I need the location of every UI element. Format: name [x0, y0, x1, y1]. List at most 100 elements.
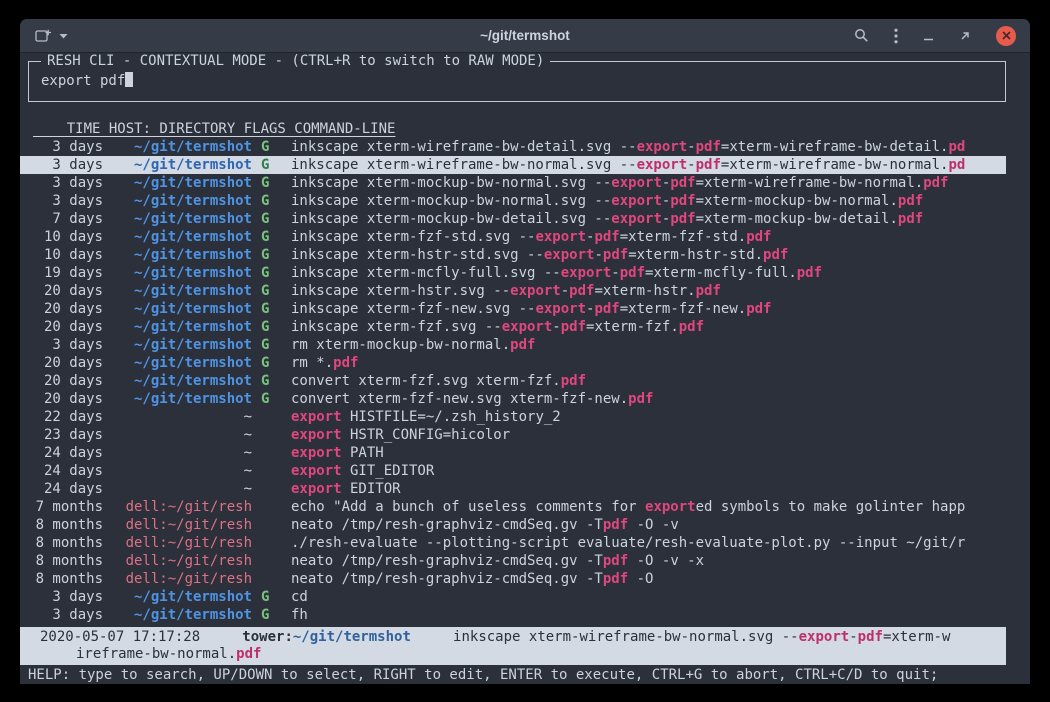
- resh-mode-title: RESH CLI - CONTEXTUAL MODE - (CTRL+R to …: [41, 53, 550, 70]
- row-command: export GIT_EDITOR: [291, 462, 1006, 480]
- history-row[interactable]: 7 months dell:~/git/resh echo "Add a bun…: [20, 498, 1006, 516]
- history-row[interactable]: 24 days ~ export PATH: [20, 444, 1006, 462]
- text-segment: =xterm-fzf-new.: [620, 301, 746, 317]
- row-command: export HISTFILE=~/.zsh_history_2: [291, 408, 1006, 426]
- text-segment: ed symbols to make golinter happ: [696, 499, 966, 515]
- match-highlight: pdf: [696, 283, 721, 299]
- text-segment: cd: [291, 589, 308, 605]
- history-row[interactable]: 8 months dell:~/git/resh neato /tmp/resh…: [20, 570, 1006, 588]
- row-dir: ~/git/termshot: [134, 589, 252, 605]
- history-row[interactable]: 3 days ~/git/termshot G inkscape xterm-m…: [20, 192, 1006, 210]
- match-highlight: pdf: [603, 553, 628, 569]
- match-highlight: export: [799, 629, 850, 645]
- restore-icon[interactable]: [959, 30, 971, 42]
- history-row[interactable]: 8 months dell:~/git/resh neato /tmp/resh…: [20, 516, 1006, 534]
- history-row[interactable]: 20 days ~/git/termshot G inkscape xterm-…: [20, 282, 1006, 300]
- history-row[interactable]: 23 days ~ export HSTR_CONFIG=hicolor: [20, 426, 1006, 444]
- dropdown-chevron-icon: [59, 33, 68, 39]
- text-segment: =xterm-hstr.: [594, 283, 695, 299]
- row-host: dell:~/git/resh: [126, 571, 252, 587]
- row-dir: ~/git/termshot: [134, 211, 252, 227]
- new-terminal-button[interactable]: [35, 28, 68, 43]
- menu-kebab-icon[interactable]: [894, 28, 898, 44]
- text-segment: ~/git/termshot: [293, 629, 411, 645]
- row-time: 8 months: [33, 570, 103, 588]
- match-highlight: export: [535, 301, 586, 317]
- search-input[interactable]: export pdf: [41, 72, 1005, 90]
- row-dir: ~: [244, 409, 252, 425]
- search-icon[interactable]: [854, 28, 869, 43]
- history-row[interactable]: 20 days ~/git/termshot G inkscape xterm-…: [20, 318, 1006, 336]
- row-command: neato /tmp/resh-graphviz-cmdSeq.gv -Tpdf…: [291, 552, 1006, 570]
- row-dir: ~/git/termshot: [134, 355, 252, 371]
- history-row[interactable]: 3 days ~/git/termshot G inkscape xterm-m…: [20, 174, 1006, 192]
- row-command: inkscape xterm-mcfly-full.svg --export-p…: [291, 264, 1006, 282]
- text-segment: inkscape xterm-fzf-new.svg --: [291, 301, 535, 317]
- row-dir: ~: [244, 481, 252, 497]
- row-time: 7 months: [33, 498, 103, 516]
- row-host-dir: dell:~/git/resh: [112, 570, 252, 588]
- match-highlight: pdf: [679, 319, 704, 335]
- match-highlight: export: [637, 157, 688, 173]
- close-button[interactable]: [996, 26, 1016, 46]
- history-row[interactable]: 24 days ~ export GIT_EDITOR: [20, 462, 1006, 480]
- history-row[interactable]: 10 days ~/git/termshot G inkscape xterm-…: [20, 228, 1006, 246]
- history-row[interactable]: 20 days ~/git/termshot G inkscape xterm-…: [20, 300, 1006, 318]
- match-highlight: export: [291, 481, 342, 497]
- row-host-dir: ~/git/termshot: [112, 174, 252, 192]
- history-row[interactable]: 24 days ~ export EDITOR: [20, 480, 1006, 498]
- history-row[interactable]: 8 months dell:~/git/resh ./resh-evaluate…: [20, 534, 1006, 552]
- history-list: 3 days ~/git/termshot G inkscape xterm-w…: [20, 138, 1006, 624]
- history-row[interactable]: 22 days ~ export HISTFILE=~/.zsh_history…: [20, 408, 1006, 426]
- row-dir: ~/git/termshot: [134, 247, 252, 263]
- history-row[interactable]: 19 days ~/git/termshot G inkscape xterm-…: [20, 264, 1006, 282]
- match-highlight: export: [510, 283, 561, 299]
- titlebar-controls: [854, 26, 1016, 46]
- match-highlight: pdf: [696, 157, 721, 173]
- row-time: 22 days: [33, 408, 103, 426]
- text-segment: rm xterm-mockup-bw-normal.: [291, 337, 510, 353]
- history-row[interactable]: 3 days ~/git/termshot G fh: [20, 606, 1006, 624]
- row-time: 20 days: [33, 390, 103, 408]
- row-dir: ~/git/termshot: [134, 157, 252, 173]
- new-terminal-icon: [35, 28, 52, 43]
- row-time: 20 days: [33, 300, 103, 318]
- history-row[interactable]: 3 days ~/git/termshot G rm xterm-mockup-…: [20, 336, 1006, 354]
- match-highlight: pdf: [628, 391, 653, 407]
- text-segment: =xterm-wireframe-bw-normal.: [721, 157, 949, 173]
- text-segment: inkscape xterm-mockup-bw-normal.svg --: [291, 193, 611, 209]
- history-row[interactable]: 8 months dell:~/git/resh neato /tmp/resh…: [20, 552, 1006, 570]
- row-time: 10 days: [33, 228, 103, 246]
- history-row[interactable]: 3 days ~/git/termshot G cd: [20, 588, 1006, 606]
- text-segment: -: [687, 139, 695, 155]
- row-dir: ~/git/termshot: [134, 139, 252, 155]
- row-flags: G: [261, 174, 283, 192]
- row-host-dir: ~/git/termshot: [112, 156, 252, 174]
- row-dir: ~/git/termshot: [134, 265, 252, 281]
- row-flags: G: [261, 372, 283, 390]
- row-host-dir: ~/git/termshot: [112, 300, 252, 318]
- minimize-icon[interactable]: [923, 30, 934, 41]
- text-segment: inkscape xterm-fzf.svg --: [291, 319, 502, 335]
- row-host-dir: ~: [112, 444, 252, 462]
- text-segment: =xterm-w: [883, 629, 950, 645]
- row-host-dir: dell:~/git/resh: [112, 516, 252, 534]
- history-row[interactable]: 20 days ~/git/termshot G convert xterm-f…: [20, 372, 1006, 390]
- row-host-dir: ~/git/termshot: [112, 246, 252, 264]
- row-command: export PATH: [291, 444, 1006, 462]
- history-row[interactable]: 20 days ~/git/termshot G convert xterm-f…: [20, 390, 1006, 408]
- match-highlight: pdf: [594, 301, 619, 317]
- history-row[interactable]: 20 days ~/git/termshot G rm *.pdf: [20, 354, 1006, 372]
- match-highlight: pdf: [569, 283, 594, 299]
- history-row[interactable]: 7 days ~/git/termshot G inkscape xterm-m…: [20, 210, 1006, 228]
- terminal-window: ~/git/termshot: [20, 19, 1030, 684]
- row-flags: G: [261, 300, 283, 318]
- history-row[interactable]: 10 days ~/git/termshot G inkscape xterm-…: [20, 246, 1006, 264]
- match-highlight: pdf: [594, 229, 619, 245]
- status-line-1: 2020-05-07 17:17:28 tower:~/git/termshot…: [20, 629, 1006, 646]
- match-highlight: export: [611, 193, 662, 209]
- text-segment: inkscape xterm-mockup-bw-normal.svg --: [291, 175, 611, 191]
- text-segment: =xterm-wireframe-bw-detail.: [721, 139, 949, 155]
- history-row[interactable]: 3 days ~/git/termshot G inkscape xterm-w…: [20, 138, 1006, 156]
- history-row[interactable]: 3 days ~/git/termshot G inkscape xterm-w…: [20, 156, 1006, 174]
